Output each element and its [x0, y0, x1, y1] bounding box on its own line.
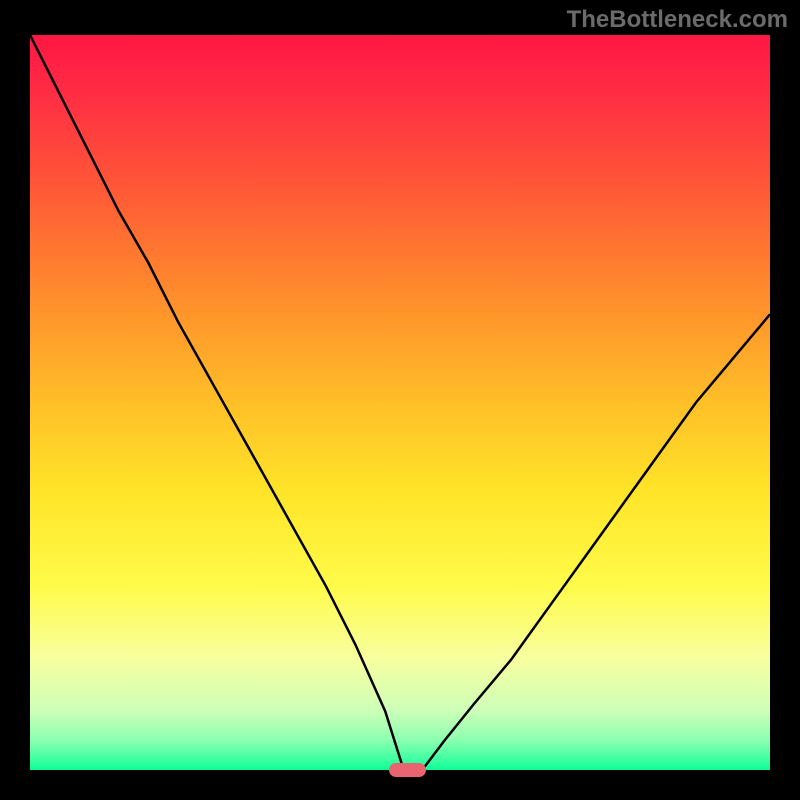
- bottleneck-curve: [30, 35, 770, 770]
- plot-area: [30, 35, 770, 770]
- curve-svg: [30, 35, 770, 770]
- watermark-text: TheBottleneck.com: [567, 6, 788, 34]
- optimal-marker: [389, 763, 426, 777]
